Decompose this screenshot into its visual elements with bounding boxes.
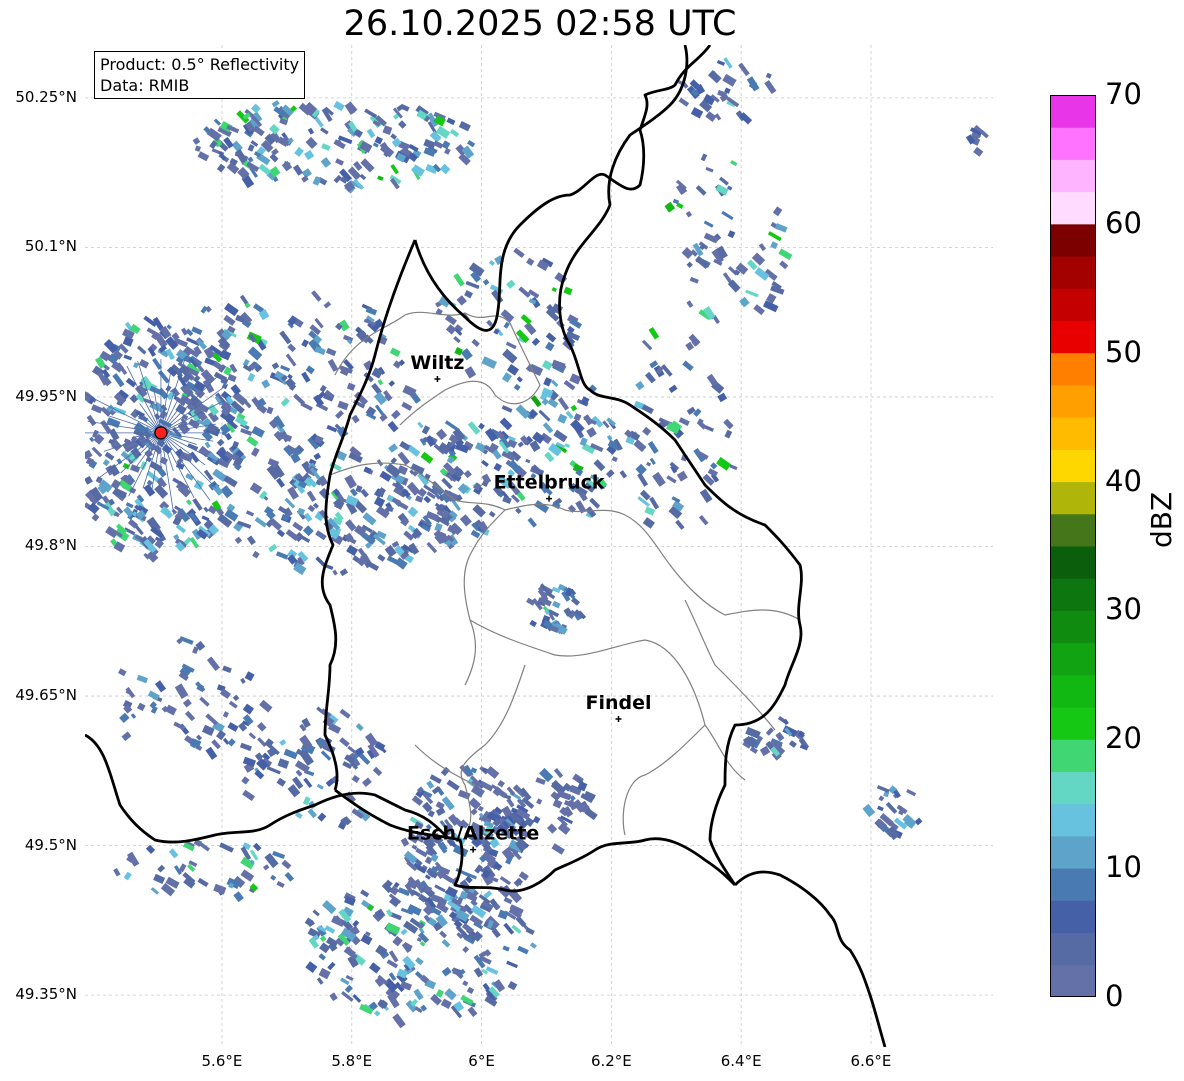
colorbar-segment <box>1050 835 1096 869</box>
colorbar-segment <box>1050 642 1096 676</box>
colorbar-tick-label: 0 <box>1105 979 1124 1013</box>
colorbar <box>1050 95 1096 997</box>
colorbar-tick-label: 70 <box>1105 77 1142 111</box>
data-source-label: Data: RMIB <box>100 76 190 95</box>
lat-tick-label: 50.25°N <box>15 87 77 106</box>
product-info-box: Product: 0.5° Reflectivity Data: RMIB <box>94 51 306 99</box>
lat-tick-label: 49.35°N <box>15 985 77 1004</box>
lon-tick-label: 6.2°E <box>590 1052 632 1070</box>
map-title: 26.10.2025 02:58 UTC <box>343 4 737 44</box>
colorbar-segment <box>1050 481 1096 515</box>
colorbar-segment <box>1050 191 1096 225</box>
colorbar-segment <box>1050 739 1096 772</box>
lon-tick-label: 5.6°E <box>201 1052 243 1070</box>
lon-tick-label: 6.4°E <box>720 1052 762 1070</box>
colorbar-tick-label: 30 <box>1105 592 1142 627</box>
radar-site-icon <box>154 426 168 440</box>
lat-tick-label: 49.8°N <box>24 536 77 555</box>
radar-map[interactable]: Wiltz Ettelbruck Findel Esch/Alzette <box>85 45 993 1047</box>
colorbar-label: dBZ <box>1145 491 1178 548</box>
map-background <box>85 45 993 1047</box>
colorbar-segment <box>1050 546 1096 579</box>
colorbar-segment <box>1050 288 1096 321</box>
lat-tick-label: 49.65°N <box>15 686 77 705</box>
city-label: Wiltz <box>410 352 464 374</box>
colorbar-segment <box>1050 900 1096 934</box>
radar-site-marker <box>154 426 168 440</box>
colorbar-segment <box>1050 256 1096 289</box>
lon-tick-label: 5.8°E <box>331 1052 373 1070</box>
colorbar-segment <box>1050 610 1096 644</box>
colorbar-tick-label: 50 <box>1105 334 1142 369</box>
colorbar-segment <box>1050 771 1096 805</box>
lat-tick-label: 49.95°N <box>15 386 77 405</box>
lon-tick-label: 6.6°E <box>850 1052 892 1070</box>
colorbar-segment <box>1050 868 1096 901</box>
colorbar-segment <box>1050 449 1096 483</box>
lat-tick-label: 49.5°N <box>24 835 77 854</box>
colorbar-segment <box>1050 932 1096 966</box>
colorbar-tick-label: 40 <box>1105 463 1142 498</box>
colorbar-segment <box>1050 417 1096 450</box>
colorbar-segment <box>1050 803 1096 837</box>
city-label: Esch/Alzette <box>407 823 539 845</box>
lat-tick-label: 50.1°N <box>24 237 77 256</box>
colorbar-segment <box>1050 223 1096 257</box>
colorbar-tick-label: 20 <box>1105 721 1142 756</box>
city-label: Findel <box>585 692 651 714</box>
colorbar-segment <box>1050 578 1096 611</box>
city-label: Ettelbruck <box>494 472 605 494</box>
colorbar-segment <box>1050 964 1096 997</box>
colorbar-segment <box>1050 352 1096 386</box>
colorbar-tick-label: 10 <box>1105 850 1142 885</box>
colorbar-segment <box>1050 127 1096 160</box>
colorbar-segment <box>1050 384 1096 418</box>
colorbar-segment <box>1050 159 1096 193</box>
lon-tick-label: 6°E <box>468 1052 495 1070</box>
colorbar-segment <box>1050 320 1096 354</box>
colorbar-segment <box>1050 707 1096 740</box>
product-label: Product: 0.5° Reflectivity <box>100 55 300 74</box>
colorbar-segment <box>1050 513 1096 547</box>
colorbar-tick-label: 60 <box>1105 205 1142 240</box>
colorbar-segment <box>1050 674 1096 708</box>
colorbar-segment <box>1050 95 1096 128</box>
